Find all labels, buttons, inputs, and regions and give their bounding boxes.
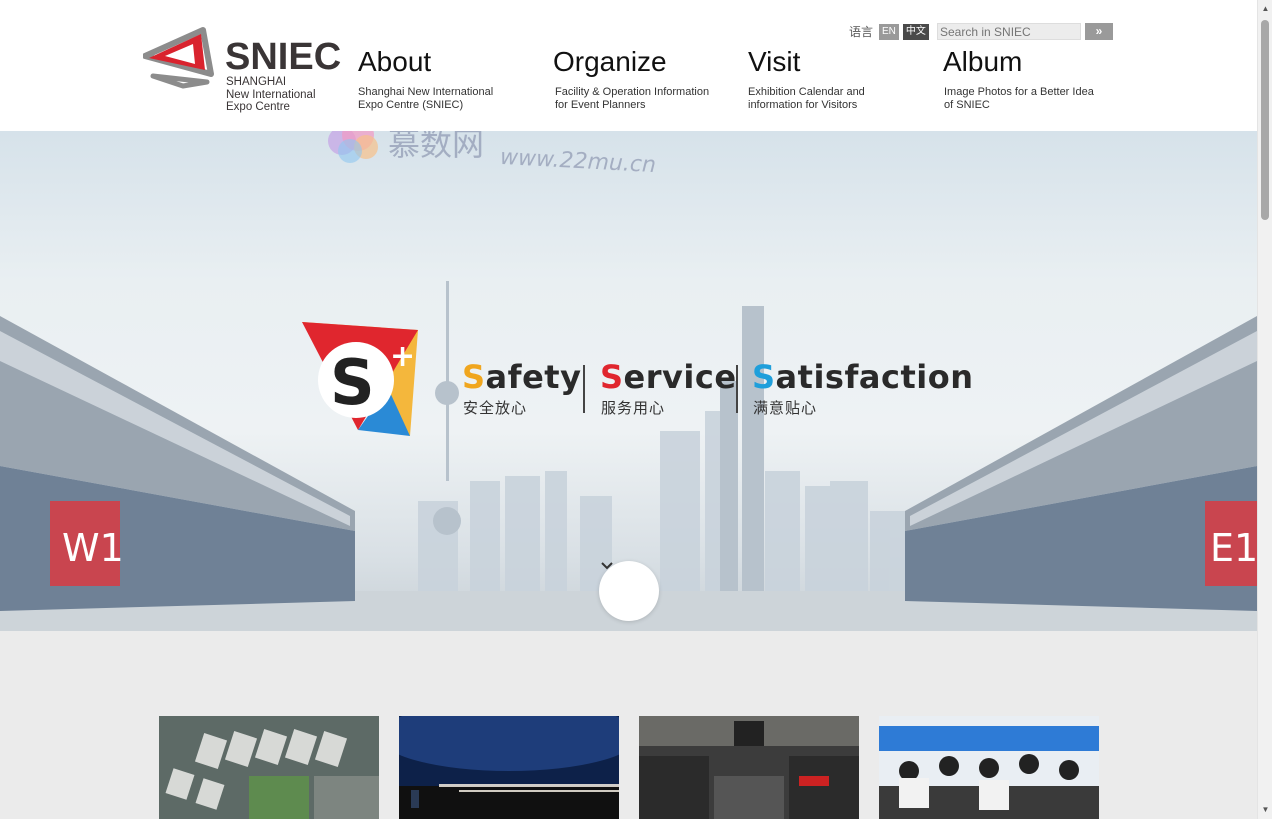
search-button[interactable]: » xyxy=(1085,23,1113,40)
conference-photo xyxy=(399,716,619,819)
svg-text:+: + xyxy=(390,339,415,374)
scrollbar-thumb[interactable] xyxy=(1261,20,1269,220)
hall-label-right: E1 xyxy=(1210,526,1257,570)
exhibition-hall-photo xyxy=(639,716,859,819)
page-scrollbar[interactable]: ▲ ▼ xyxy=(1257,0,1272,819)
content-section xyxy=(0,631,1257,819)
sniec-logo-mark-icon xyxy=(143,27,214,89)
language-cn-button[interactable]: 中文 xyxy=(902,23,929,40)
search-input[interactable] xyxy=(937,23,1081,40)
hall-label-left: W1 xyxy=(62,526,124,570)
nav-about-desc-line1: Shanghai New International xyxy=(358,86,494,98)
vr-visitors-photo xyxy=(879,716,1099,819)
hero-banner: W1 E1 慕数网 www.22mu.cn S + Safety 安全放心 Se… xyxy=(0,131,1257,631)
nav-organize[interactable]: Organize Facility & Operation Informatio… xyxy=(553,46,709,112)
nav-organize-title[interactable]: Organize xyxy=(553,46,709,78)
nav-about-title[interactable]: About xyxy=(358,46,493,78)
nav-visit[interactable]: Visit Exhibition Calendar and informatio… xyxy=(748,46,865,112)
sniec-logo[interactable]: SNIEC SHANGHAI New International Expo Ce… xyxy=(143,26,342,116)
brand-sub-line2: New International xyxy=(226,88,316,101)
brand-sub-line1: SHANGHAI xyxy=(226,76,287,88)
language-label: 语言 xyxy=(849,25,874,39)
nav-organize-desc: Facility & Operation Information for Eve… xyxy=(555,86,709,112)
card-conference[interactable] xyxy=(399,716,619,819)
site-header: SNIEC SHANGHAI New International Expo Ce… xyxy=(0,0,1257,131)
slogan-satisfaction-rest: atisfaction xyxy=(775,358,974,396)
nav-album-desc-line2: of SNIEC xyxy=(944,99,990,111)
slogan-service-initial: S xyxy=(600,358,624,396)
watermark-url: www.22mu.cn xyxy=(499,144,657,179)
slogan-service-rest: ervice xyxy=(623,358,737,396)
nav-visit-desc-line1: Exhibition Calendar and xyxy=(748,86,865,98)
nav-album-desc-line1: Image Photos for a Better Idea xyxy=(944,86,1094,98)
nav-organize-desc-line1: Facility & Operation Information xyxy=(555,86,710,98)
slogan-safety: Safety xyxy=(462,358,581,396)
slogan-safety-cn: 安全放心 xyxy=(463,399,528,417)
nav-visit-title[interactable]: Visit xyxy=(748,46,865,78)
nav-organize-desc-line2: for Event Planners xyxy=(555,99,646,111)
aerial-view-photo xyxy=(159,716,379,819)
card-exhibition-hall[interactable] xyxy=(639,716,859,819)
double-chevron-right-icon: » xyxy=(1095,24,1103,38)
splus-logo-icon: S + xyxy=(302,322,418,436)
watermark-cn: 慕数网 xyxy=(388,131,485,163)
scroll-up-arrow-icon[interactable]: ▲ xyxy=(1258,2,1272,16)
brand-subtitle: SHANGHAI New International Expo Centre xyxy=(226,76,316,114)
nav-about[interactable]: About Shanghai New International Expo Ce… xyxy=(358,46,493,112)
watermark-cloud-icon xyxy=(328,131,378,163)
scroll-down-button[interactable] xyxy=(599,561,659,621)
watermark: 慕数网 www.22mu.cn xyxy=(322,131,662,188)
nav-album-title[interactable]: Album xyxy=(943,46,1094,78)
brand-sub-line3: Expo Centre xyxy=(226,101,290,113)
slogan: S + Safety 安全放心 Service 服务用心 Satisfactio… xyxy=(298,318,973,438)
nav-album-desc: Image Photos for a Better Idea of SNIEC xyxy=(944,86,1094,112)
language-en-button[interactable]: EN xyxy=(879,23,899,40)
nav-album[interactable]: Album Image Photos for a Better Idea of … xyxy=(943,46,1094,112)
card-vr-visitors[interactable] xyxy=(879,716,1099,819)
slogan-divider xyxy=(583,365,585,413)
slogan-service: Service xyxy=(600,358,737,396)
nav-visit-desc: Exhibition Calendar and information for … xyxy=(748,86,865,112)
slogan-safety-rest: afety xyxy=(485,358,582,396)
slogan-satisfaction-initial: S xyxy=(752,358,776,396)
nav-about-desc: Shanghai New International Expo Centre (… xyxy=(358,86,493,112)
svg-text:S: S xyxy=(330,346,375,419)
slogan-satisfaction: Satisfaction xyxy=(752,358,973,396)
scroll-down-arrow-icon[interactable]: ▼ xyxy=(1258,803,1272,817)
slogan-safety-initial: S xyxy=(462,358,486,396)
slogan-service-cn: 服务用心 xyxy=(601,399,666,417)
brand-name: SNIEC xyxy=(225,36,342,78)
nav-about-desc-line2: Expo Centre (SNIEC) xyxy=(358,99,464,111)
language-switcher: 语言 EN 中文 xyxy=(849,23,929,40)
slogan-satisfaction-cn: 满意贴心 xyxy=(753,399,818,417)
slogan-divider xyxy=(736,365,738,413)
card-aerial-view[interactable] xyxy=(159,716,379,819)
nav-visit-desc-line2: information for Visitors xyxy=(748,99,858,111)
chevron-down-icon xyxy=(601,562,613,570)
